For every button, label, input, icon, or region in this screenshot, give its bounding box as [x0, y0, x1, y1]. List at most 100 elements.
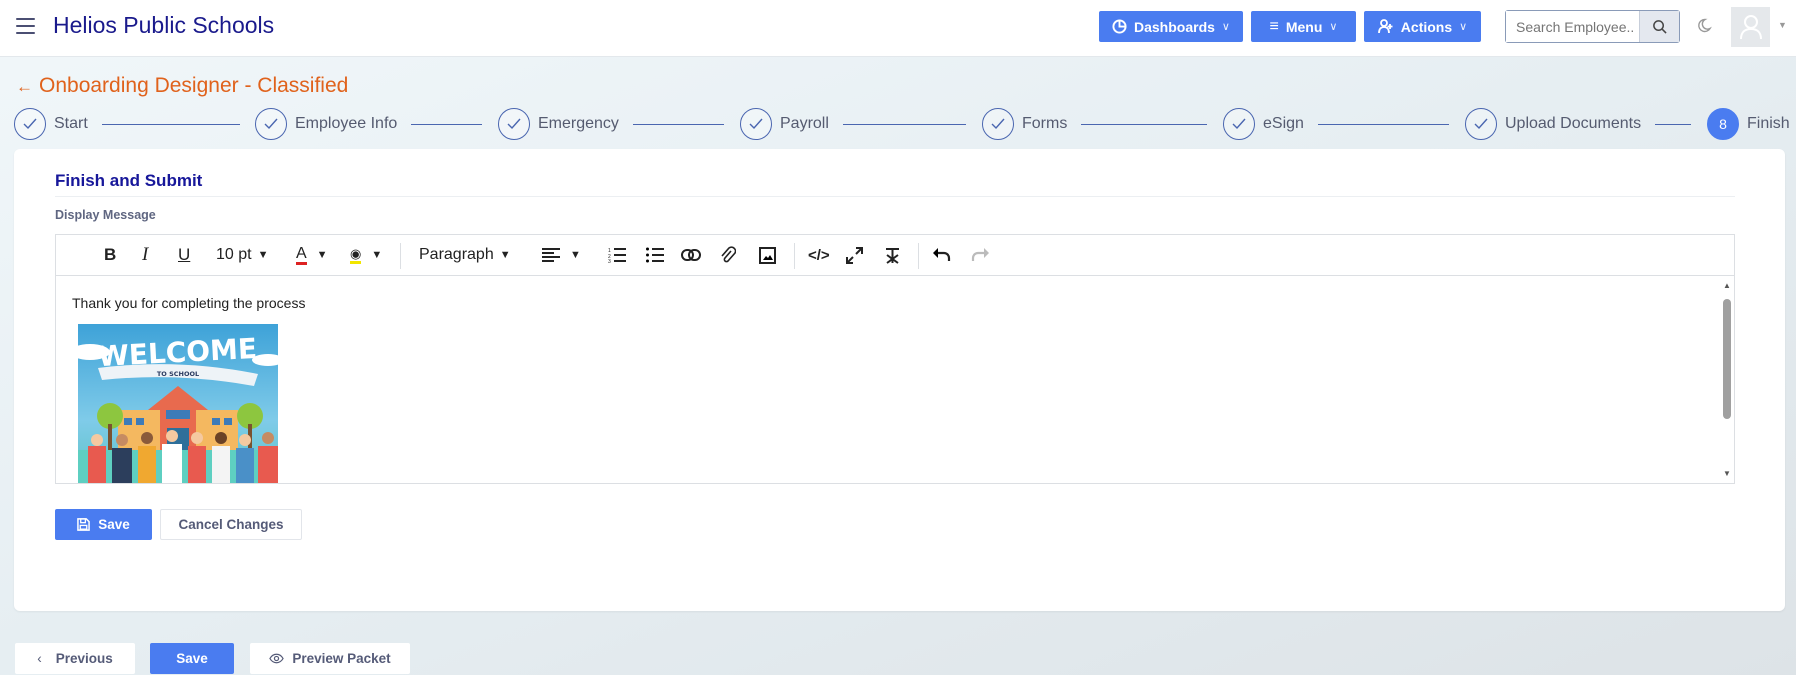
- step-connector: [843, 124, 966, 125]
- rich-text-editor: B I U 10 pt ▼ A ▼ ◉ ▼ Paragraph ▼ ▼ 123 </> …: [55, 234, 1735, 484]
- step-forms[interactable]: Forms: [982, 108, 1067, 140]
- back-arrow-icon[interactable]: ←: [16, 77, 33, 96]
- actions-label: Actions: [1400, 18, 1453, 35]
- dashboards-label: Dashboards: [1134, 18, 1215, 35]
- redo-icon: [971, 248, 989, 261]
- footer-save-button[interactable]: Save: [150, 643, 234, 674]
- save-label: Save: [98, 517, 130, 532]
- message-text: Thank you for completing the process: [72, 295, 306, 311]
- step-number: 8: [1707, 108, 1739, 140]
- step-label: Start: [54, 115, 88, 132]
- paint-bucket-icon: ◉: [350, 246, 362, 264]
- floppy-disk-icon: [77, 518, 91, 531]
- cancel-changes-button[interactable]: Cancel Changes: [160, 509, 302, 540]
- clear-formatting-button[interactable]: [884, 243, 901, 267]
- step-label: eSign: [1263, 115, 1304, 132]
- employee-search: [1505, 10, 1680, 43]
- source-code-button[interactable]: </>: [808, 243, 830, 267]
- fullscreen-button[interactable]: [846, 243, 863, 267]
- step-label: Upload Documents: [1505, 115, 1642, 132]
- numbered-list-icon: 123: [608, 248, 626, 263]
- block-format-value: Paragraph: [419, 246, 494, 263]
- previous-label: Previous: [55, 651, 113, 666]
- preview-label: Preview Packet: [292, 651, 391, 666]
- step-emergency[interactable]: Emergency: [498, 108, 619, 140]
- scroll-up-icon[interactable]: ▲: [1723, 281, 1731, 290]
- link-button[interactable]: [681, 243, 701, 267]
- preview-packet-button[interactable]: Preview Packet: [250, 643, 410, 674]
- user-plus-icon: [1377, 19, 1393, 34]
- step-finish[interactable]: 8 Finish: [1707, 108, 1790, 140]
- text-color-button[interactable]: A ▼: [296, 243, 328, 267]
- chevron-down-icon: ∨: [1329, 21, 1338, 33]
- font-size-value: 10 pt: [216, 246, 252, 263]
- brand-title: Helios Public Schools: [53, 12, 275, 38]
- scroll-down-icon[interactable]: ▼: [1723, 469, 1731, 478]
- step-employee-info[interactable]: Employee Info: [255, 108, 397, 140]
- code-icon: </>: [808, 246, 830, 264]
- undo-button[interactable]: [933, 243, 951, 267]
- caret-down-icon: ▼: [499, 249, 511, 261]
- svg-text:TO SCHOOL: TO SCHOOL: [157, 370, 199, 378]
- section-title: Finish and Submit: [55, 171, 203, 190]
- check-icon: [255, 108, 287, 140]
- top-bar: Helios Public Schools Dashboards ∨ ≡ Menu…: [0, 0, 1796, 57]
- step-connector: [411, 124, 482, 125]
- step-label: Payroll: [780, 115, 829, 132]
- step-start[interactable]: Start: [14, 108, 88, 140]
- scrollbar-thumb[interactable]: [1723, 299, 1731, 419]
- divider: [55, 196, 1735, 197]
- italic-button[interactable]: I: [142, 243, 148, 267]
- step-payroll[interactable]: Payroll: [740, 108, 829, 140]
- bold-button[interactable]: B: [104, 243, 116, 267]
- step-upload-documents[interactable]: Upload Documents: [1465, 108, 1641, 140]
- display-message-label: Display Message: [55, 208, 156, 222]
- block-format-select[interactable]: Paragraph ▼: [419, 243, 511, 267]
- user-avatar[interactable]: [1731, 7, 1770, 47]
- search-button[interactable]: [1639, 11, 1679, 42]
- bullet-list-icon: [646, 247, 664, 263]
- editor-toolbar: B I U 10 pt ▼ A ▼ ◉ ▼ Paragraph ▼ ▼ 123 </>: [56, 235, 1734, 276]
- dashboards-button[interactable]: Dashboards ∨: [1099, 11, 1243, 42]
- font-size-select[interactable]: 10 pt ▼: [216, 243, 268, 267]
- check-icon: [982, 108, 1014, 140]
- list-icon: ≡: [1269, 17, 1279, 35]
- svg-text:3: 3: [608, 259, 611, 263]
- page-title: ← Onboarding Designer - Classified: [16, 74, 348, 98]
- check-icon: [14, 108, 46, 140]
- hamburger-menu-icon[interactable]: [16, 18, 35, 34]
- previous-button[interactable]: ‹ Previous: [15, 643, 135, 674]
- step-label: Finish: [1747, 115, 1790, 132]
- toolbar-separator: [400, 243, 401, 269]
- editor-content[interactable]: Thank you for completing the process WEL…: [56, 276, 1734, 483]
- step-esign[interactable]: eSign: [1223, 108, 1304, 140]
- actions-button[interactable]: Actions ∨: [1364, 11, 1481, 42]
- caret-down-icon[interactable]: ▼: [1778, 20, 1787, 30]
- step-connector: [633, 124, 724, 125]
- numbered-list-button[interactable]: 123: [608, 243, 626, 267]
- caret-down-icon: ▼: [371, 249, 383, 261]
- save-button[interactable]: Save: [55, 509, 152, 540]
- step-connector: [1081, 124, 1207, 125]
- step-connector: [1655, 124, 1691, 125]
- bullet-list-button[interactable]: [646, 243, 664, 267]
- highlight-color-button[interactable]: ◉ ▼: [350, 243, 382, 267]
- caret-down-icon: ▼: [316, 249, 328, 261]
- dark-mode-moon-icon[interactable]: [1696, 17, 1712, 34]
- menu-button[interactable]: ≡ Menu ∨: [1251, 11, 1356, 42]
- chevron-left-icon: ‹: [37, 651, 42, 666]
- align-button[interactable]: ▼: [542, 243, 581, 267]
- text-color-icon: A: [296, 245, 307, 265]
- check-icon: [740, 108, 772, 140]
- insert-image-button[interactable]: [759, 243, 776, 267]
- check-icon: [1223, 108, 1255, 140]
- check-icon: [498, 108, 530, 140]
- redo-button: [971, 243, 989, 267]
- eye-icon: [269, 653, 285, 664]
- check-icon: [1465, 108, 1497, 140]
- attachment-button[interactable]: [720, 243, 736, 267]
- search-input[interactable]: [1506, 11, 1639, 42]
- chevron-down-icon: ∨: [1221, 21, 1230, 33]
- underline-button[interactable]: U: [178, 243, 190, 267]
- editor-scrollbar[interactable]: ▲ ▼: [1722, 281, 1732, 479]
